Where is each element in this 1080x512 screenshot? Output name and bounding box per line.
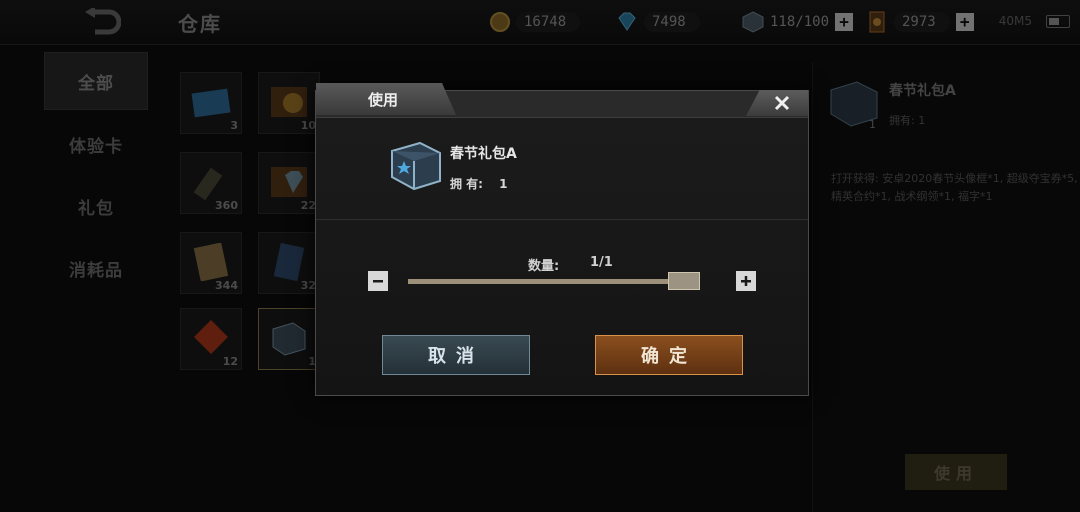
close-icon <box>774 95 790 111</box>
increase-quantity-button[interactable] <box>736 271 756 291</box>
plus-icon <box>741 276 751 286</box>
quantity-label: 数量: <box>528 259 560 274</box>
cancel-button[interactable]: 取消 <box>382 335 530 375</box>
dialog-item-name: 春节礼包A <box>450 146 517 162</box>
dialog-owned: 拥 有: 1 <box>450 175 508 192</box>
quantity-slider-track[interactable] <box>408 279 698 284</box>
dialog-owned-label: 拥 有: <box>450 177 483 191</box>
quantity-value: 1/1 <box>590 255 613 270</box>
use-item-dialog: 使用 春节礼包A 拥 有: 1 数量: 1/1 取消 确定 <box>315 83 809 396</box>
dialog-owned-value: 1 <box>499 177 508 191</box>
quantity-slider-handle[interactable] <box>668 272 700 290</box>
decrease-quantity-button[interactable] <box>368 271 388 291</box>
dialog-title-text: 使用 <box>368 90 399 109</box>
dialog-item-info: 春节礼包A 拥 有: 1 <box>316 117 808 220</box>
gift-box-icon <box>391 141 441 191</box>
minus-icon <box>373 280 383 283</box>
dialog-title: 使用 <box>316 83 456 115</box>
confirm-button[interactable]: 确定 <box>595 335 743 375</box>
